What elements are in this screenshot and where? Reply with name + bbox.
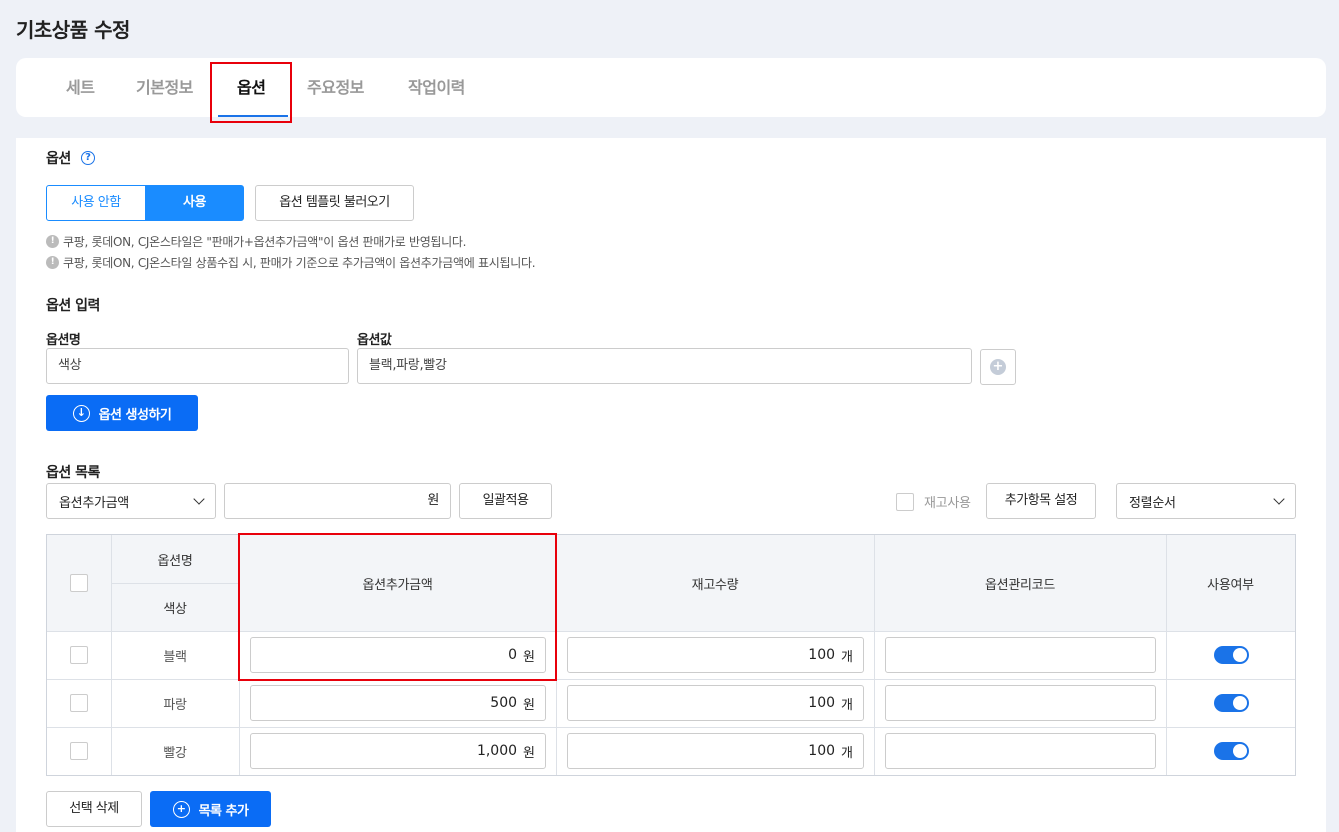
info-icon: !: [46, 235, 59, 248]
manage-code-input[interactable]: [885, 637, 1156, 673]
bulk-value-input[interactable]: 원: [224, 483, 451, 519]
tab-work-history[interactable]: 작업이력: [408, 58, 465, 117]
notice-text: 쿠팡, 롯데ON, CJ온스타일 상품수집 시, 판매가 기준으로 추가금액이 …: [63, 256, 536, 270]
extra-settings-button[interactable]: 추가항목 설정: [986, 483, 1096, 519]
arrow-down-circle-icon: ↓: [72, 404, 90, 422]
notice-text: 쿠팡, 롯데ON, CJ온스타일은 "판매가+옵션추가금액"이 옵션 판매가로 …: [63, 235, 467, 249]
bulk-apply-button[interactable]: 일괄적용: [459, 483, 552, 519]
bulk-unit: 원: [427, 493, 439, 508]
header-select-all-cell: [47, 535, 111, 631]
row-option-name: 파랑: [163, 697, 187, 713]
header-enabled: 사용여부: [1207, 577, 1254, 593]
extra-price-value: 500: [490, 695, 518, 711]
stock-input[interactable]: 100 개: [567, 733, 864, 769]
add-row-label: 목록 추가: [198, 803, 249, 819]
tab-set[interactable]: 세트: [66, 58, 95, 117]
tab-options[interactable]: 옵션: [237, 58, 266, 117]
extra-price-input[interactable]: 1,000 원: [250, 733, 546, 769]
chevron-down-icon: [193, 493, 205, 505]
stock-input[interactable]: 100 개: [567, 685, 864, 721]
stock-unit: 개: [841, 697, 853, 713]
option-use-button[interactable]: 사용: [145, 185, 244, 221]
header-manage-code: 옵션관리코드: [985, 577, 1055, 593]
notice-line: ! 쿠팡, 롯데ON, CJ온스타일은 "판매가+옵션추가금액"이 옵션 판매가…: [46, 233, 466, 250]
add-option-row-button[interactable]: +: [980, 349, 1016, 385]
chevron-down-icon: [1273, 493, 1285, 505]
notice-line: ! 쿠팡, 롯데ON, CJ온스타일 상품수집 시, 판매가 기준으로 추가금액…: [46, 254, 536, 271]
row-check-cell: [47, 631, 111, 679]
bulk-field-select-value: 옵션추가금액: [59, 495, 129, 511]
option-input-section-label: 옵션 입력: [46, 298, 100, 314]
active-tab-indicator: [218, 115, 288, 117]
header-extra-price: 옵션추가금액: [362, 577, 433, 593]
price-unit: 원: [523, 745, 535, 761]
extra-price-value: 0: [508, 647, 518, 663]
add-row-button[interactable]: + 목록 추가: [150, 791, 271, 827]
toggle-knob: [1233, 744, 1247, 758]
info-icon: !: [46, 256, 59, 269]
select-all-checkbox[interactable]: [70, 574, 88, 592]
enabled-toggle[interactable]: [1214, 742, 1249, 760]
option-values-label: 옵션값: [357, 333, 392, 348]
options-panel: 옵션 ? 사용 안함 사용 옵션 템플릿 불러오기 ! 쿠팡, 롯데ON, CJ…: [16, 138, 1326, 832]
generate-options-button[interactable]: ↓ 옵션 생성하기: [46, 395, 198, 431]
extra-price-value: 1,000: [476, 743, 518, 759]
manage-code-input[interactable]: [885, 733, 1156, 769]
row-option-name: 블랙: [163, 649, 187, 665]
extra-price-input[interactable]: 500 원: [250, 685, 546, 721]
tab-bar: 세트 기본정보 옵션 주요정보 작업이력: [16, 58, 1326, 117]
toggle-knob: [1233, 696, 1247, 710]
stock-input[interactable]: 100 개: [567, 637, 864, 673]
stock-value: 100: [808, 695, 836, 711]
stock-value: 100: [808, 743, 836, 759]
bulk-field-select[interactable]: 옵션추가금액: [46, 483, 216, 519]
extra-price-input[interactable]: 0 원: [250, 637, 546, 673]
price-unit: 원: [523, 697, 535, 713]
tab-main-info[interactable]: 주요정보: [307, 58, 364, 117]
option-values-input[interactable]: 블랙,파랑,빨강: [357, 348, 972, 384]
page-title: 기초상품 수정: [16, 18, 130, 42]
stock-use-label: 재고사용: [924, 496, 971, 511]
tab-basic-info[interactable]: 기본정보: [136, 58, 193, 117]
stock-value: 100: [808, 647, 836, 663]
option-not-use-button[interactable]: 사용 안함: [46, 185, 146, 221]
plus-icon: +: [990, 359, 1006, 375]
row-checkbox[interactable]: [70, 694, 88, 712]
load-option-template-button[interactable]: 옵션 템플릿 불러오기: [255, 185, 414, 221]
toggle-knob: [1233, 648, 1247, 662]
option-name-input[interactable]: 색상: [46, 348, 349, 384]
sort-order-select[interactable]: 정렬순서: [1116, 483, 1296, 519]
header-stock: 재고수량: [691, 577, 739, 593]
enabled-toggle[interactable]: [1214, 646, 1249, 664]
header-option-name: 옵션명: [157, 553, 193, 569]
row-check-cell: [47, 679, 111, 727]
plus-circle-icon: +: [172, 800, 190, 818]
option-table: 옵션명 색상 옵션추가금액 재고수량 옵션관리코드 사용여부 블랙 0 원 10…: [46, 534, 1296, 776]
stock-unit: 개: [841, 649, 853, 665]
manage-code-input[interactable]: [885, 685, 1156, 721]
row-option-name: 빨강: [163, 745, 187, 761]
header-option-name-sub: 색상: [163, 601, 187, 617]
option-list-section-label: 옵션 목록: [46, 465, 100, 481]
option-name-label: 옵션명: [46, 333, 81, 348]
row-check-cell: [47, 727, 111, 775]
option-section-label: 옵션: [46, 151, 71, 167]
help-icon[interactable]: ?: [81, 151, 95, 165]
price-unit: 원: [523, 649, 535, 665]
row-checkbox[interactable]: [70, 646, 88, 664]
generate-options-label: 옵션 생성하기: [98, 407, 172, 423]
row-checkbox[interactable]: [70, 742, 88, 760]
stock-use-checkbox[interactable]: [896, 493, 914, 511]
delete-selected-button[interactable]: 선택 삭제: [46, 791, 142, 827]
stock-unit: 개: [841, 745, 853, 761]
enabled-toggle[interactable]: [1214, 694, 1249, 712]
sort-order-value: 정렬순서: [1129, 495, 1176, 511]
